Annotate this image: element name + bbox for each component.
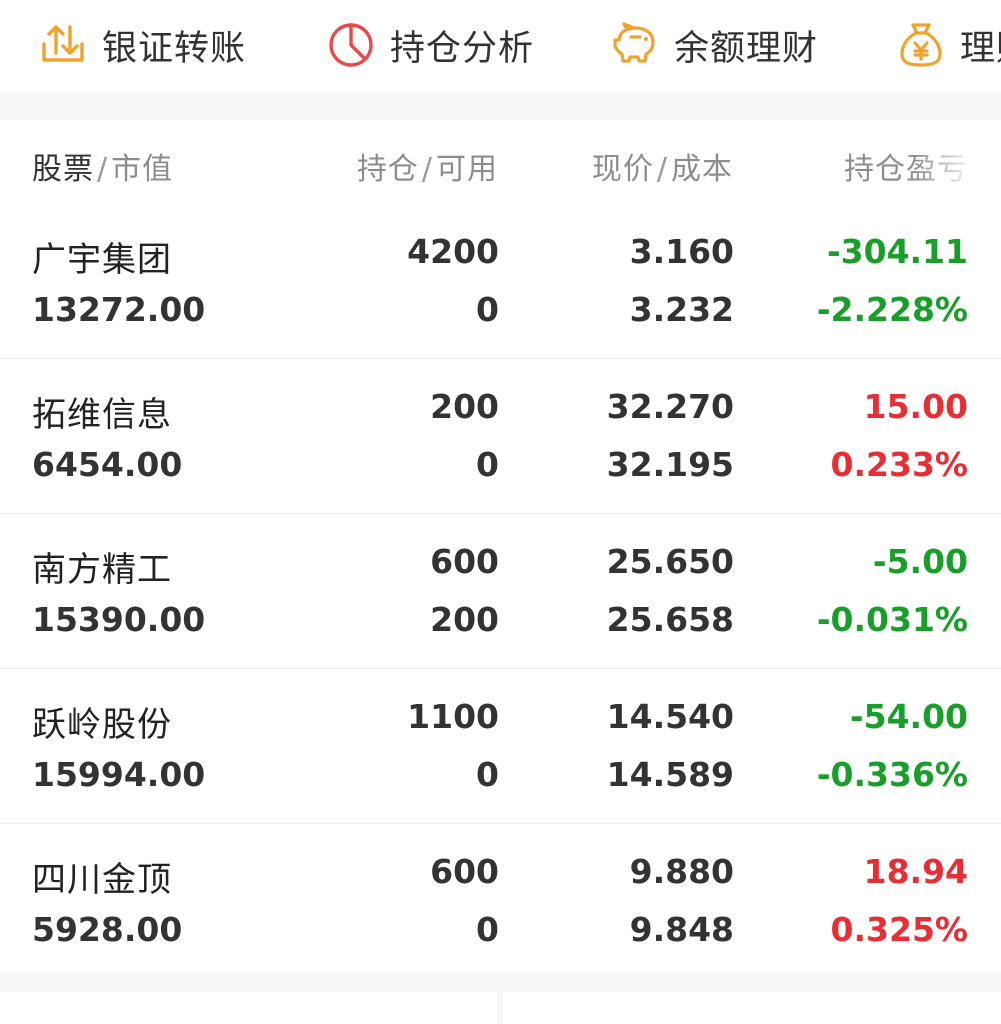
header-separator: / (656, 152, 668, 187)
available-qty: 0 (476, 445, 499, 484)
header-cost: 成本 (671, 152, 733, 187)
balance-wealth-button[interactable]: 余额理财 (610, 18, 818, 72)
header-price: 现价 (591, 152, 654, 187)
current-price: 32.270 (606, 387, 734, 426)
section-divider (0, 972, 1001, 992)
pnl-amount: 18.94 (863, 852, 968, 891)
position-qty: 200 (430, 387, 499, 426)
table-body: 广宇集团 13272.00 4200 0 3.160 3.232 -304.11… (0, 204, 1001, 978)
cost-price: 3.232 (629, 290, 734, 329)
header-price-cost[interactable]: 现价 / 成本 (592, 144, 733, 188)
pnl-amount: 15.00 (863, 387, 968, 426)
position-qty: 4200 (407, 232, 499, 271)
quick-action-label: 余额理财 (674, 28, 819, 69)
header-stock: 股票 (32, 152, 94, 187)
header-market-value: 市值 (111, 152, 174, 187)
quick-action-bar: 银证转账 持仓分析 余额理财 理 (0, 0, 1001, 92)
table-row[interactable]: 拓维信息 6454.00 200 0 32.270 32.195 15.00 0… (0, 359, 1001, 514)
bottom-card-left (0, 992, 497, 1024)
available-qty: 0 (476, 910, 499, 949)
available-qty: 200 (430, 600, 499, 639)
header-position: 持仓 (356, 152, 419, 187)
header-separator: / (421, 152, 433, 187)
stock-name: 拓维信息 (32, 395, 172, 435)
position-qty: 1100 (407, 697, 499, 736)
header-position-pnl[interactable]: 持仓盈亏 (844, 144, 968, 188)
wealth-management-button[interactable]: 理财 (896, 18, 1001, 72)
section-divider (0, 92, 1001, 120)
table-row[interactable]: 广宇集团 13272.00 4200 0 3.160 3.232 -304.11… (0, 204, 1001, 359)
current-price: 14.540 (606, 697, 734, 736)
market-value: 15390.00 (32, 600, 206, 639)
table-row[interactable]: 南方精工 15390.00 600 200 25.650 25.658 -5.0… (0, 514, 1001, 669)
quick-action-label: 持仓分析 (390, 28, 535, 69)
stock-name: 南方精工 (32, 550, 172, 590)
quick-action-label: 理财 (960, 28, 1001, 69)
cost-price: 32.195 (606, 445, 734, 484)
header-position-available[interactable]: 持仓 / 可用 (357, 144, 498, 188)
market-value: 6454.00 (32, 445, 183, 484)
stock-name: 跃岭股份 (32, 705, 172, 745)
header-separator: / (97, 152, 109, 187)
market-value: 15994.00 (32, 755, 206, 794)
market-value: 13272.00 (32, 290, 206, 329)
current-price: 25.650 (606, 542, 734, 581)
available-qty: 0 (476, 755, 499, 794)
pnl-percent: 0.233% (830, 445, 968, 484)
transfer-icon (42, 25, 84, 62)
pnl-amount: -54.00 (849, 697, 968, 736)
pie-chart-icon (329, 23, 373, 67)
available-qty: 0 (476, 290, 499, 329)
header-pnl: 持仓盈亏 (844, 152, 968, 187)
pnl-percent: -2.228% (816, 290, 968, 329)
quick-action-label: 银证转账 (102, 28, 247, 69)
stock-name: 四川金顶 (32, 860, 172, 900)
pnl-percent: -0.336% (816, 755, 968, 794)
piggy-bank-icon (613, 22, 655, 63)
bottom-card-right (503, 992, 1001, 1024)
pnl-amount: -5.00 (872, 542, 968, 581)
cost-price: 9.848 (629, 910, 734, 949)
holdings-table: 股票 / 市值 持仓 / 可用 现价 / 成本 持仓盈亏 广宇集团 13272.00 420… (0, 120, 1001, 972)
position-analysis-button[interactable]: 持仓分析 (326, 18, 534, 72)
current-price: 9.880 (629, 852, 734, 891)
pnl-percent: 0.325% (830, 910, 968, 949)
table-row[interactable]: 四川金顶 5928.00 600 0 9.880 9.848 18.94 0.3… (0, 824, 1001, 978)
position-qty: 600 (430, 852, 499, 891)
header-stock-market-value[interactable]: 股票 / 市值 (32, 144, 173, 188)
money-bag-icon (900, 23, 942, 67)
table-header: 股票 / 市值 持仓 / 可用 现价 / 成本 持仓盈亏 (0, 120, 1001, 204)
bank-securities-transfer-button[interactable]: 银证转账 (38, 18, 246, 72)
stock-name: 广宇集团 (32, 240, 172, 280)
pnl-percent: -0.031% (816, 600, 968, 639)
market-value: 5928.00 (32, 910, 183, 949)
position-qty: 600 (430, 542, 499, 581)
header-available: 可用 (436, 152, 498, 187)
table-row[interactable]: 跃岭股份 15994.00 1100 0 14.540 14.589 -54.0… (0, 669, 1001, 824)
cost-price: 14.589 (606, 755, 734, 794)
pnl-amount: -304.11 (826, 232, 968, 271)
cost-price: 25.658 (606, 600, 734, 639)
current-price: 3.160 (629, 232, 734, 271)
